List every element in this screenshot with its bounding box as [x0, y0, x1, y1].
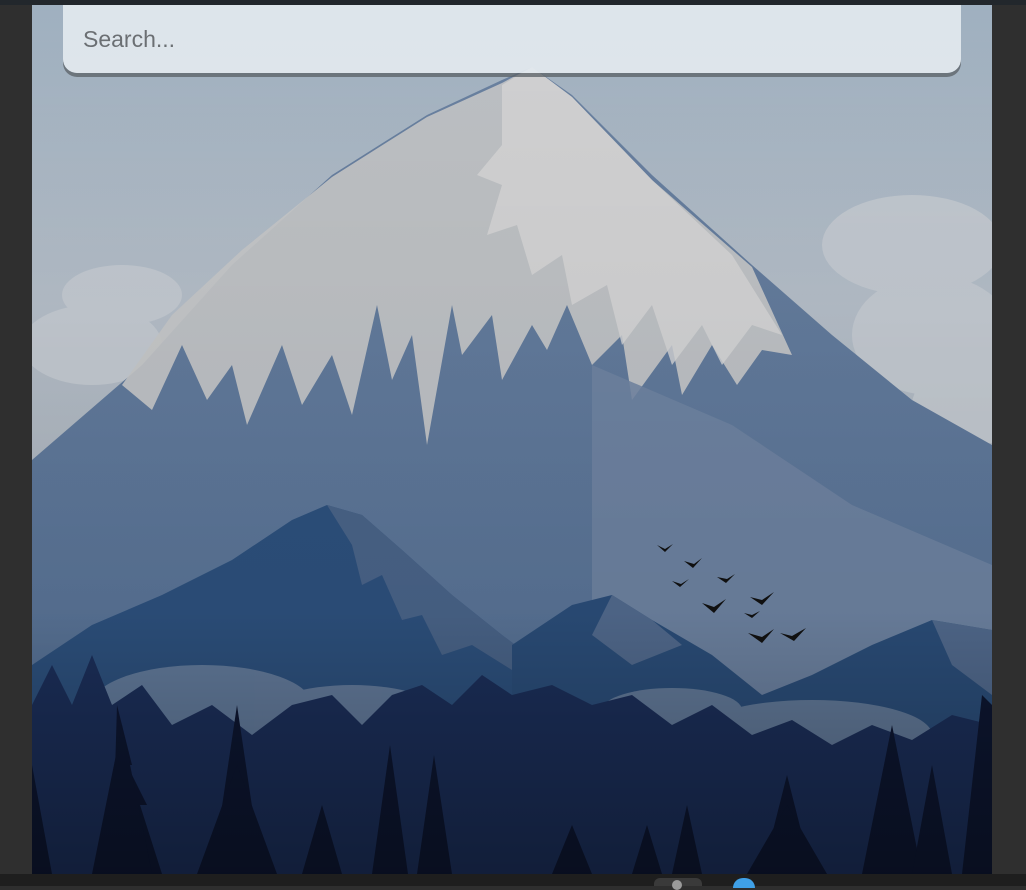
- search-input[interactable]: [63, 5, 961, 73]
- mountain-wallpaper: [32, 5, 992, 874]
- left-gutter: [0, 5, 32, 874]
- taskbar: [0, 874, 1026, 890]
- app-icon[interactable]: [654, 878, 702, 890]
- mountain-landscape-image: [32, 5, 992, 874]
- search-bar: [63, 5, 961, 73]
- right-gutter: [992, 5, 1026, 874]
- browser-icon[interactable]: [733, 878, 755, 888]
